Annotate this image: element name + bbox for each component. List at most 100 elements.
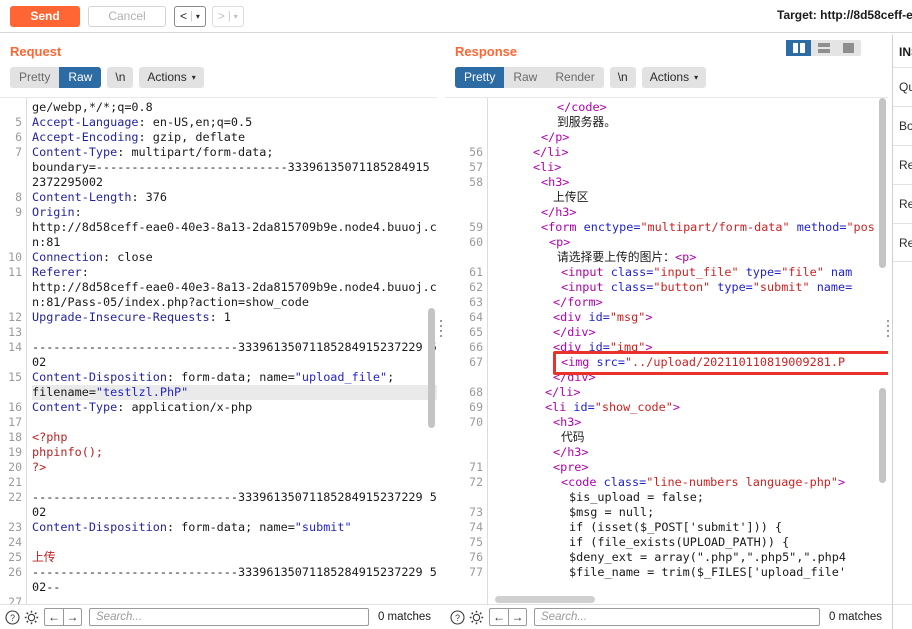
search-next-button[interactable]: → — [63, 608, 82, 626]
line-number — [445, 370, 483, 385]
tab-response-raw[interactable]: Raw — [504, 67, 546, 88]
splitter-grip-icon — [887, 320, 889, 340]
line-number: 6 — [15, 130, 22, 144]
request-search-input[interactable]: Search... — [89, 608, 369, 626]
chevron-down-icon[interactable]: ▾ — [196, 12, 200, 21]
response-search-input[interactable]: Search... — [534, 608, 820, 626]
tab-request-pretty[interactable]: Pretty — [10, 67, 59, 88]
code-token: <code — [561, 475, 604, 489]
code-token: Accept-Language — [32, 115, 139, 129]
code-token: > — [672, 400, 680, 414]
code-line: filename="testlzl.PhP" — [32, 385, 437, 400]
help-icon[interactable]: ? — [449, 609, 465, 625]
chevron-down-icon[interactable]: ▾ — [234, 12, 238, 21]
gear-icon[interactable] — [468, 609, 484, 625]
code-token: <?php — [32, 430, 68, 444]
search-previous-button[interactable]: ← — [489, 608, 508, 626]
gear-icon[interactable] — [23, 609, 39, 625]
inspector-row-query-parameters[interactable]: Query parameters — [893, 67, 912, 106]
code-token: Referer — [32, 265, 82, 279]
code-token: Content-Disposition — [32, 370, 167, 384]
code-token: <input — [561, 280, 611, 294]
single-view-button[interactable] — [836, 40, 861, 56]
inspector-row-body-parameters[interactable]: Body parameters — [893, 106, 912, 145]
target-label: Target: http://8d58ceff-eae — [777, 8, 912, 22]
code-token: class= — [610, 265, 654, 279]
code-token: $is_upload = false; — [569, 490, 704, 504]
search-previous-button[interactable]: ← — [44, 608, 63, 626]
code-token: method= — [796, 220, 847, 234]
inspector-row-request-headers[interactable]: Request headers — [893, 184, 912, 223]
search-placeholder: Search... — [541, 611, 588, 623]
code-token: Content-Type — [32, 145, 118, 159]
line-number: 24 — [8, 535, 22, 549]
send-button[interactable]: Send — [10, 5, 80, 27]
request-editor[interactable]: 5 6 7 8 9 10 11 12 13 14 15 16 17 18 19 20 21 22 23 24 25 26 2… — [0, 97, 437, 605]
code-line: <img src="../upload/202110110819009281.P — [493, 355, 888, 370]
code-token: filename= — [32, 385, 96, 399]
help-icon[interactable]: ? — [4, 609, 20, 625]
panel-splitter[interactable] — [437, 35, 445, 605]
response-status-bar: ? ← → Search... 0 matches — [445, 605, 888, 629]
code-token: nam — [830, 265, 853, 279]
previous-request-button[interactable]: < | ▾ — [174, 5, 206, 27]
code-line: <input class="button" type="submit" name… — [493, 280, 888, 295]
code-line: Upgrade-Insecure-Requests: 1 — [32, 310, 437, 325]
stacked-view-button[interactable] — [811, 40, 836, 56]
tab-response-pretty[interactable]: Pretty — [455, 67, 505, 88]
code-line: 到服务器。 — [493, 115, 888, 130]
code-line: Content-Length: 376 — [32, 190, 437, 205]
response-editor[interactable]: 56 57 58 59 60 61 62 63 64 65 66 67 68 69 70 71 72 73 74 75… — [445, 97, 888, 605]
code-token: <li — [545, 400, 574, 414]
next-request-button[interactable]: > | ▾ — [211, 5, 244, 27]
code-token: ; — [387, 370, 395, 384]
line-number: 5 — [15, 115, 22, 129]
line-number — [0, 295, 22, 310]
code-line: </h3> — [493, 445, 888, 460]
code-token: "show_code" — [594, 400, 673, 414]
code-token: "multipart/form-data" — [640, 220, 797, 234]
response-toolbar: Pretty Raw Render \n Actions ▾ — [445, 59, 888, 95]
code-line: 02 — [32, 355, 437, 370]
code-line: 2372295002 — [32, 175, 437, 190]
response-actions-button[interactable]: Actions ▾ — [641, 67, 707, 88]
inspector-splitter[interactable] — [884, 35, 892, 605]
line-number: 8 — [15, 190, 22, 204]
code-token: class= — [610, 280, 654, 294]
split-view-button[interactable] — [786, 40, 811, 56]
code-token: : multipart/form-data; — [117, 145, 274, 159]
line-number: 65 — [469, 325, 483, 339]
request-vertical-scrollbar[interactable] — [428, 308, 435, 428]
code-token: </code> — [557, 100, 607, 114]
code-line: Connection: close — [32, 250, 437, 265]
tab-response-render[interactable]: Render — [546, 67, 603, 88]
line-number: 74 — [469, 520, 483, 534]
request-newline-toggle[interactable]: \n — [107, 67, 134, 88]
line-number — [0, 355, 22, 370]
code-line: Accept-Encoding: gzip, deflate — [32, 130, 437, 145]
tab-request-raw[interactable]: Raw — [59, 67, 102, 88]
code-line: </li> — [493, 385, 888, 400]
request-actions-button[interactable]: Actions ▾ — [139, 67, 204, 88]
code-line: <input class="input_file" type="file" na… — [493, 265, 888, 280]
search-next-button[interactable]: → — [508, 608, 527, 626]
response-horizontal-scrollbar[interactable] — [495, 596, 595, 603]
request-actions-label: Actions — [147, 70, 187, 84]
request-code-content[interactable]: ge/webp,*/*;q=0.8 Accept-Language: en-US,… — [26, 98, 437, 605]
code-line: </h3> — [493, 205, 888, 220]
code-token: > — [645, 310, 653, 324]
code-line: 02-- — [32, 580, 437, 595]
code-token: <div — [553, 310, 589, 324]
svg-text:?: ? — [9, 613, 14, 623]
code-token: 上传 — [32, 550, 56, 564]
response-code-content[interactable]: </code> 到服务器。 </p> </li> <li> <h3> 上传区 </h3> <fo… — [487, 98, 888, 605]
code-line: -----------------------------33396135071… — [32, 340, 437, 355]
svg-text:?: ? — [454, 613, 459, 623]
code-line: Content-Type: application/x-php — [32, 400, 437, 415]
response-newline-toggle[interactable]: \n — [609, 67, 636, 88]
line-number — [445, 115, 483, 130]
inspector-row-request-cookies[interactable]: Request cookies — [893, 145, 912, 184]
inspector-row-response-headers[interactable]: Response headers — [893, 223, 912, 262]
code-token: </form> — [553, 295, 603, 309]
